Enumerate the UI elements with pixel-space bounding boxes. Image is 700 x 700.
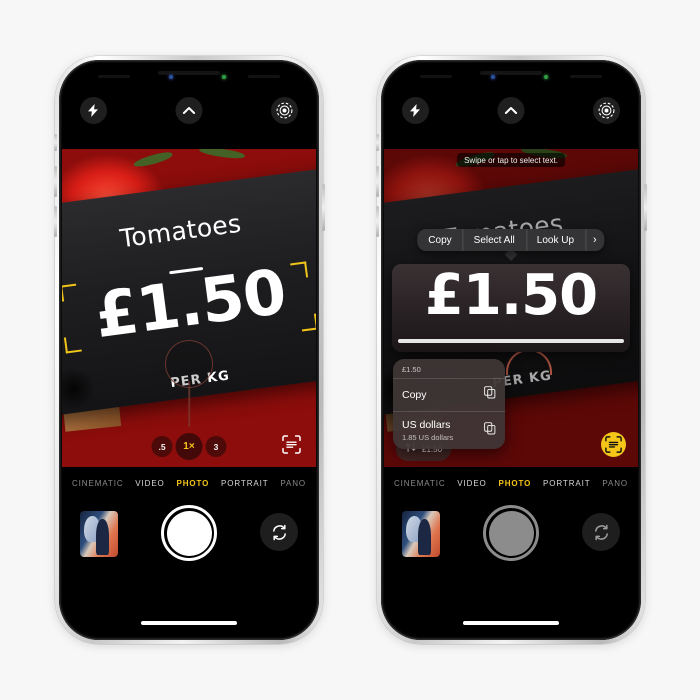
copy-icon[interactable] xyxy=(484,386,496,404)
camera-viewfinder-left[interactable]: Tomatoes £1.50 PER KG .5 1× 3 xyxy=(62,149,316,467)
currency-conversion-sheet[interactable]: £1.50 Copy US dollars 1.85 US dollars xyxy=(393,359,505,449)
mode-cinematic[interactable]: CINEMATIC xyxy=(72,479,124,488)
shutter-button[interactable] xyxy=(483,505,539,561)
shutter-core xyxy=(488,510,534,556)
edit-menu-more-arrow-icon[interactable]: › xyxy=(585,229,605,251)
selection-underline xyxy=(398,339,624,343)
silent-switch[interactable] xyxy=(375,134,379,151)
shutter-button[interactable] xyxy=(161,505,217,561)
select-text-hint-toast: Swipe or tap to select text. xyxy=(457,153,565,167)
live-text-icon[interactable] xyxy=(279,432,304,457)
flip-camera-icon[interactable] xyxy=(582,513,620,551)
conversion-row-title: Copy xyxy=(402,389,427,401)
power-button[interactable] xyxy=(643,184,647,231)
home-indicator[interactable] xyxy=(463,621,559,625)
camera-top-controls-left xyxy=(62,97,316,131)
screenshot-stage: Tomatoes £1.50 PER KG .5 1× 3 CINEMATIC … xyxy=(0,0,700,700)
live-photo-icon[interactable] xyxy=(593,97,620,124)
mode-video[interactable]: VIDEO xyxy=(457,479,486,488)
conversion-row-subtitle: 1.85 US dollars xyxy=(402,433,454,442)
flip-camera-icon[interactable] xyxy=(260,513,298,551)
magnifier-stem xyxy=(188,381,190,428)
phone-left-screen: Tomatoes £1.50 PER KG .5 1× 3 CINEMATIC … xyxy=(62,63,316,637)
thumbnail-art xyxy=(95,519,109,556)
home-indicator[interactable] xyxy=(141,621,237,625)
shutter-core xyxy=(166,510,212,556)
tomato-leaf xyxy=(198,149,246,161)
camera-mode-selector-right[interactable]: CINEMATIC VIDEO PHOTO PORTRAIT PANO xyxy=(384,473,638,493)
earpiece-speaker xyxy=(158,71,220,75)
volume-down-button[interactable] xyxy=(53,206,57,237)
chevron-up-icon[interactable] xyxy=(497,97,525,124)
volume-up-button[interactable] xyxy=(375,166,379,197)
tomato-leaf xyxy=(132,150,174,170)
edit-menu-look-up[interactable]: Look Up xyxy=(526,229,585,251)
conversion-row-title: US dollars xyxy=(402,419,451,431)
front-camera-lens xyxy=(490,75,495,79)
mode-photo[interactable]: PHOTO xyxy=(176,479,209,488)
sensor-bar-left xyxy=(419,75,452,78)
zoom-button-1x[interactable]: 1× xyxy=(175,433,203,460)
sensor-bar-left xyxy=(97,75,130,78)
front-camera-lens xyxy=(168,75,173,79)
camera-shutter-row-right xyxy=(384,503,638,565)
edit-menu-copy[interactable]: Copy xyxy=(417,229,462,251)
phone-right-screen: Tomatoes £1.50 PER KG Swipe or tap to se… xyxy=(384,63,638,637)
conversion-row-text: Copy xyxy=(402,389,427,401)
proximity-sensor-dot xyxy=(222,75,227,79)
detection-bracket-icon xyxy=(63,336,82,355)
loupe-price-text: £1.50 xyxy=(424,264,598,328)
mode-portrait[interactable]: PORTRAIT xyxy=(221,479,269,488)
magnifier-ring xyxy=(165,339,213,388)
silent-switch[interactable] xyxy=(53,134,57,151)
flash-icon[interactable] xyxy=(402,97,429,124)
photo-library-thumbnail[interactable] xyxy=(402,511,440,557)
mode-photo[interactable]: PHOTO xyxy=(498,479,531,488)
conversion-row-text: US dollars 1.85 US dollars xyxy=(402,419,453,442)
power-button[interactable] xyxy=(321,184,325,231)
live-text-icon[interactable] xyxy=(601,432,626,457)
phone-left-bezel: Tomatoes £1.50 PER KG .5 1× 3 CINEMATIC … xyxy=(59,60,319,640)
phone-right-bezel: Tomatoes £1.50 PER KG Swipe or tap to se… xyxy=(381,60,641,640)
mode-pano[interactable]: PANO xyxy=(280,479,306,488)
edit-menu-select-all[interactable]: Select All xyxy=(463,229,526,251)
phone-right: Tomatoes £1.50 PER KG Swipe or tap to se… xyxy=(375,56,647,644)
conversion-row-usd[interactable]: US dollars 1.85 US dollars xyxy=(393,411,505,449)
live-photo-icon[interactable] xyxy=(271,97,298,124)
detection-bracket-icon xyxy=(300,313,316,332)
sensor-bar-right xyxy=(248,75,281,78)
volume-down-button[interactable] xyxy=(375,206,379,237)
copy-icon[interactable] xyxy=(484,421,496,440)
camera-shutter-row-left xyxy=(62,503,316,565)
mode-pano[interactable]: PANO xyxy=(602,479,628,488)
proximity-sensor-dot xyxy=(544,75,549,79)
sensor-bar-right xyxy=(570,75,603,78)
flash-icon[interactable] xyxy=(80,97,107,124)
volume-up-button[interactable] xyxy=(53,166,57,197)
zoom-button-0.5x[interactable]: .5 xyxy=(151,436,173,457)
zoom-button-3x[interactable]: 3 xyxy=(205,436,227,457)
mode-video[interactable]: VIDEO xyxy=(135,479,164,488)
mode-portrait[interactable]: PORTRAIT xyxy=(543,479,591,488)
viewfinder-bottom-controls-left: .5 1× 3 xyxy=(62,432,316,460)
camera-viewfinder-right[interactable]: Tomatoes £1.50 PER KG Swipe or tap to se… xyxy=(384,149,638,467)
sign-scuff xyxy=(62,365,100,412)
detection-bracket-icon xyxy=(62,283,79,302)
detection-bracket-icon xyxy=(290,261,309,280)
text-selection-loupe: £1.50 xyxy=(392,264,630,352)
conversion-sheet-header: £1.50 xyxy=(402,365,421,374)
camera-top-controls-right xyxy=(384,97,638,131)
text-edit-menu[interactable]: Copy Select All Look Up › xyxy=(417,229,605,251)
phone-left: Tomatoes £1.50 PER KG .5 1× 3 CINEMATIC … xyxy=(53,56,325,644)
earpiece-speaker xyxy=(480,71,542,75)
camera-mode-selector-left[interactable]: CINEMATIC VIDEO PHOTO PORTRAIT PANO xyxy=(62,473,316,493)
conversion-row-copy[interactable]: Copy xyxy=(393,378,505,411)
zoom-level-group-left: .5 1× 3 xyxy=(151,433,227,460)
mode-cinematic[interactable]: CINEMATIC xyxy=(394,479,446,488)
chevron-up-icon[interactable] xyxy=(175,97,203,124)
thumbnail-art xyxy=(417,519,431,556)
photo-library-thumbnail[interactable] xyxy=(80,511,118,557)
